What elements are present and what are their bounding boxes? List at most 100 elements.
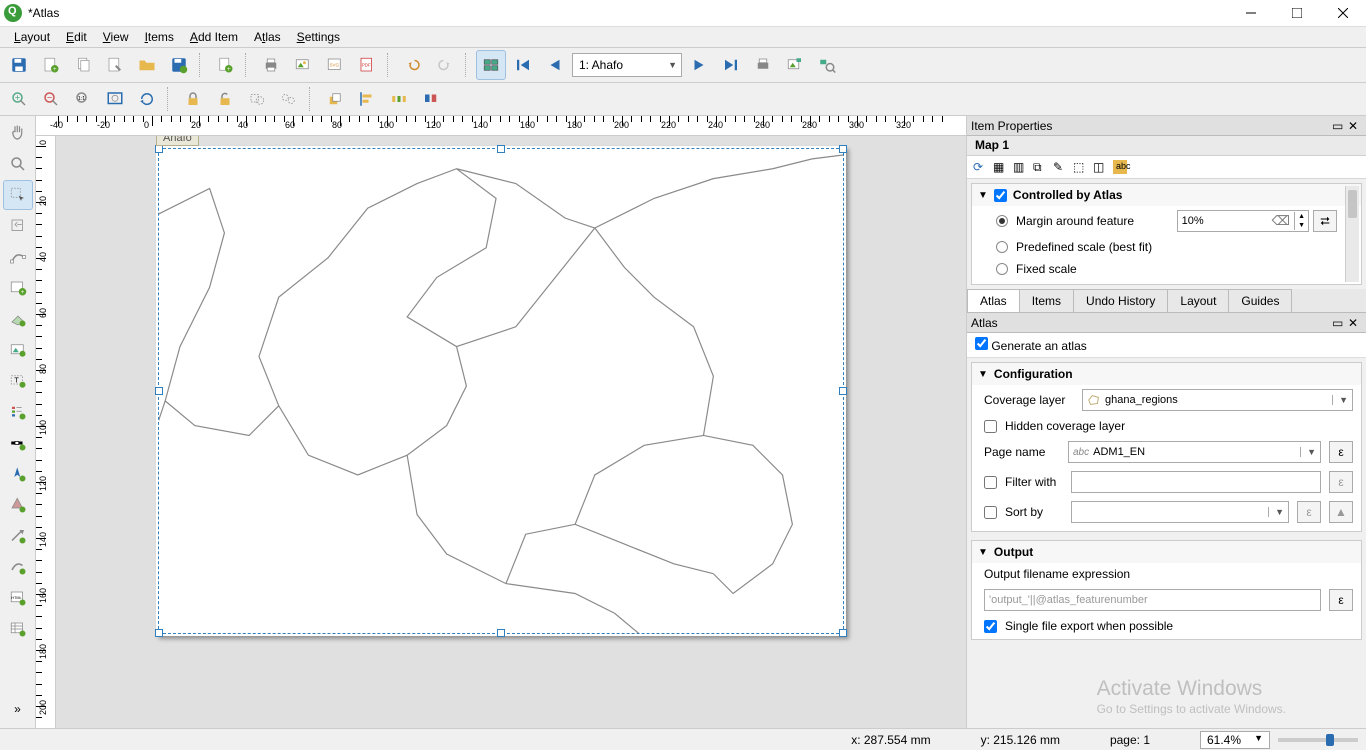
- atlas-feature-combo[interactable]: 1: Ahafo▼: [572, 53, 682, 77]
- add-northarrow-tool[interactable]: [3, 459, 33, 489]
- hidden-coverage-checkbox[interactable]: [984, 420, 997, 433]
- maximize-button[interactable]: [1274, 0, 1320, 27]
- duplicate-layout-button[interactable]: [68, 50, 98, 80]
- add-legend-tool[interactable]: [3, 397, 33, 427]
- add-page-button[interactable]: +: [210, 50, 240, 80]
- tab-undo-history[interactable]: Undo History: [1073, 289, 1168, 312]
- next-feature-button[interactable]: [684, 50, 714, 80]
- minimize-button[interactable]: [1228, 0, 1274, 27]
- close-panel-icon[interactable]: ✕: [1348, 119, 1362, 133]
- menu-layout[interactable]: Layout: [6, 28, 58, 46]
- group-button[interactable]: [242, 84, 272, 114]
- zoom-field[interactable]: 61.4%▼: [1200, 731, 1270, 749]
- generate-atlas-checkbox[interactable]: [975, 337, 988, 350]
- clear-icon[interactable]: ⌫: [1268, 213, 1294, 229]
- fixed-scale-radio[interactable]: [996, 263, 1008, 275]
- menu-atlas[interactable]: Atlas: [246, 28, 289, 46]
- layout-properties-button[interactable]: [100, 50, 130, 80]
- close-button[interactable]: [1320, 0, 1366, 27]
- refresh-map-icon[interactable]: ⟳: [973, 160, 987, 174]
- add-3dmap-tool[interactable]: [3, 304, 33, 334]
- add-arrow-tool[interactable]: [3, 521, 33, 551]
- undo-button[interactable]: [398, 50, 428, 80]
- filter-checkbox[interactable]: [984, 476, 997, 489]
- output-expr-button[interactable]: ε: [1329, 589, 1353, 611]
- atlas-export-button[interactable]: [780, 50, 810, 80]
- add-shape-tool[interactable]: [3, 490, 33, 520]
- atlas-header[interactable]: Atlas ▭✕: [967, 313, 1366, 333]
- zoom-actual-button[interactable]: 1:1: [68, 84, 98, 114]
- atlas-print-button[interactable]: [748, 50, 778, 80]
- add-html-tool[interactable]: HTML: [3, 583, 33, 613]
- atlas-preview-button[interactable]: [476, 50, 506, 80]
- item-properties-header[interactable]: Item Properties ▭✕: [967, 116, 1366, 136]
- unlock-button[interactable]: [210, 84, 240, 114]
- toolbar-overfl-button[interactable]: »: [3, 694, 33, 724]
- menu-edit[interactable]: Edit: [58, 28, 95, 46]
- clip-icon[interactable]: ◫: [1093, 160, 1107, 174]
- add-scalebar-tool[interactable]: [3, 428, 33, 458]
- distribute-button[interactable]: [384, 84, 414, 114]
- page-name-combo[interactable]: abc ADM1_EN ▼: [1068, 441, 1321, 463]
- last-feature-button[interactable]: [716, 50, 746, 80]
- save-button[interactable]: [4, 50, 34, 80]
- redo-button[interactable]: [430, 50, 460, 80]
- collapse-config-icon[interactable]: ▼: [978, 369, 988, 380]
- item-props-scrollbar[interactable]: [1345, 186, 1359, 282]
- collapse-output-icon[interactable]: ▼: [978, 547, 988, 558]
- abc-icon[interactable]: abc: [1113, 160, 1127, 174]
- labeling-icon[interactable]: ⬚: [1073, 160, 1087, 174]
- controlled-by-atlas-checkbox[interactable]: [994, 189, 1007, 202]
- align-left-button[interactable]: [352, 84, 382, 114]
- predef-scale-radio[interactable]: [996, 241, 1008, 253]
- raise-button[interactable]: [320, 84, 350, 114]
- close-atlas-icon[interactable]: ✕: [1348, 316, 1362, 330]
- spin-down-icon[interactable]: ▼: [1295, 221, 1308, 230]
- page-name-expression-button[interactable]: ε: [1329, 441, 1353, 463]
- sort-checkbox[interactable]: [984, 506, 997, 519]
- add-map-tool[interactable]: +: [3, 273, 33, 303]
- zoom-tool[interactable]: [3, 149, 33, 179]
- export-image-button[interactable]: [288, 50, 318, 80]
- undock-atlas-icon[interactable]: ▭: [1332, 316, 1346, 330]
- interactive-edit-icon[interactable]: ✎: [1053, 160, 1067, 174]
- layout-canvas[interactable]: Ahafo: [56, 136, 966, 728]
- bookmark-icon[interactable]: ⧉: [1033, 160, 1047, 174]
- ungroup-button[interactable]: [274, 84, 304, 114]
- atlas-settings-button[interactable]: [812, 50, 842, 80]
- export-svg-button[interactable]: SVG: [320, 50, 350, 80]
- map-item[interactable]: [158, 148, 844, 634]
- add-nodeitem-tool[interactable]: [3, 552, 33, 582]
- single-file-checkbox[interactable]: [984, 620, 997, 633]
- add-table-tool[interactable]: [3, 614, 33, 644]
- margin-radio[interactable]: [996, 215, 1008, 227]
- zoom-in-button[interactable]: [4, 84, 34, 114]
- tab-items[interactable]: Items: [1019, 289, 1074, 312]
- add-picture-tool[interactable]: [3, 335, 33, 365]
- set-extent-icon[interactable]: ▦: [993, 160, 1007, 174]
- margin-spinbox[interactable]: 10% ⌫ ▲▼: [1177, 210, 1309, 232]
- refresh-button[interactable]: [132, 84, 162, 114]
- tab-guides[interactable]: Guides: [1228, 289, 1292, 312]
- view-extent-icon[interactable]: ▥: [1013, 160, 1027, 174]
- add-label-tool[interactable]: T: [3, 366, 33, 396]
- zoom-slider[interactable]: [1278, 738, 1358, 742]
- edit-nodes-tool[interactable]: [3, 242, 33, 272]
- output-expr-field[interactable]: 'output_'||@atlas_featurenumber: [984, 589, 1321, 611]
- spin-up-icon[interactable]: ▲: [1295, 212, 1308, 221]
- prev-feature-button[interactable]: [540, 50, 570, 80]
- move-content-tool[interactable]: [3, 211, 33, 241]
- new-layout-button[interactable]: +: [36, 50, 66, 80]
- pan-tool[interactable]: [3, 118, 33, 148]
- collapse-icon[interactable]: ▼: [978, 190, 988, 201]
- data-defined-button[interactable]: ⮂: [1313, 210, 1337, 232]
- menu-view[interactable]: View: [95, 28, 137, 46]
- first-feature-button[interactable]: [508, 50, 538, 80]
- tab-layout[interactable]: Layout: [1167, 289, 1229, 312]
- save-template-button[interactable]: [164, 50, 194, 80]
- coverage-layer-combo[interactable]: ghana_regions ▼: [1082, 389, 1353, 411]
- zoom-full-button[interactable]: [100, 84, 130, 114]
- tab-atlas[interactable]: Atlas: [967, 289, 1020, 312]
- open-folder-button[interactable]: [132, 50, 162, 80]
- select-tool[interactable]: [3, 180, 33, 210]
